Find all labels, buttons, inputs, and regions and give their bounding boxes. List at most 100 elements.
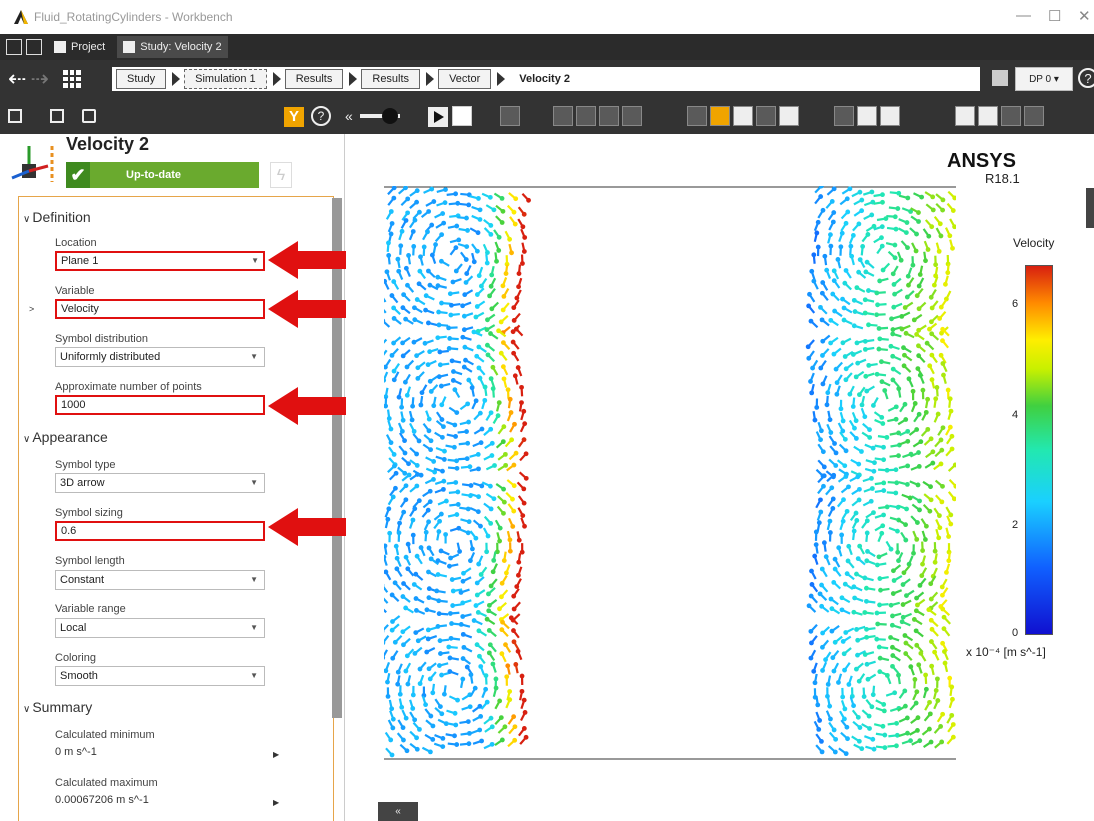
- copy-view-icon[interactable]: [1024, 106, 1044, 126]
- plane-icon[interactable]: [978, 106, 998, 126]
- help-icon[interactable]: ?: [311, 106, 331, 126]
- tab-bar: Project Study: Velocity 2: [0, 34, 1094, 60]
- forward-arrow-icon[interactable]: ⇢: [30, 66, 48, 92]
- section-definition[interactable]: ∨ Definition: [23, 209, 91, 225]
- back-arrow-icon[interactable]: ⇠: [8, 66, 26, 92]
- max-label: Calculated maximum: [55, 777, 158, 789]
- display-icon-5[interactable]: [779, 106, 799, 126]
- select-icon[interactable]: [955, 106, 975, 126]
- minimize-button[interactable]: —: [1016, 7, 1031, 24]
- chevron-right-icon: [172, 72, 181, 86]
- vector-plot[interactable]: [384, 186, 956, 760]
- tab-study[interactable]: Study: Velocity 2: [117, 36, 228, 58]
- variable-label: Variable: [55, 285, 95, 297]
- symbol-length-value: Constant: [60, 574, 105, 586]
- study-icon: [123, 41, 136, 53]
- crumb-results-2[interactable]: Results: [361, 69, 421, 89]
- duplicate-icon[interactable]: [50, 109, 64, 123]
- design-points-icon[interactable]: [992, 70, 1008, 86]
- filter-icon[interactable]: Y: [284, 107, 304, 127]
- display-icon-1[interactable]: [687, 106, 707, 126]
- crumb-vector[interactable]: Vector: [438, 69, 492, 89]
- expand-bottom-button[interactable]: «: [378, 802, 418, 821]
- toolbar: Y ? «: [0, 98, 1094, 134]
- symbol-type-select[interactable]: 3D arrow ▼: [55, 473, 265, 493]
- status-label: Up-to-date: [126, 169, 181, 181]
- display-icon-3[interactable]: [733, 106, 753, 126]
- legend-title: Velocity: [1013, 236, 1055, 250]
- chevron-down-icon: ▼: [250, 671, 258, 680]
- view-icon-1[interactable]: [553, 106, 573, 126]
- display-icon-active[interactable]: [710, 106, 730, 126]
- toggle-switch[interactable]: [360, 107, 410, 125]
- location-value: Plane 1: [61, 255, 99, 267]
- help-icon[interactable]: ?: [1078, 68, 1094, 88]
- save-icon[interactable]: [26, 39, 42, 55]
- points-value: 1000: [61, 399, 86, 411]
- view-icon-3[interactable]: [599, 106, 619, 126]
- breadcrumb: Study Simulation 1 Results Results Vecto…: [112, 67, 980, 91]
- distribution-label: Symbol distribution: [55, 333, 148, 345]
- coloring-select[interactable]: Smooth ▼: [55, 666, 265, 686]
- crumb-study[interactable]: Study: [116, 69, 167, 89]
- camera-icon[interactable]: [834, 106, 854, 126]
- legend-tick: 0: [1012, 627, 1019, 639]
- close-button[interactable]: ✕: [1078, 7, 1091, 25]
- view-icon-4[interactable]: [622, 106, 642, 126]
- legend-tick: 6: [1012, 298, 1019, 310]
- vector-field-right: [805, 186, 956, 757]
- project-icon: [54, 41, 66, 53]
- min-value: 0 m s^-1: [55, 746, 97, 758]
- variable-range-select[interactable]: Local ▼: [55, 618, 265, 638]
- variable-range-value: Local: [60, 622, 87, 634]
- add-icon[interactable]: [8, 109, 22, 123]
- fit-icon[interactable]: [880, 106, 900, 126]
- lightning-icon[interactable]: [500, 106, 520, 126]
- points-label: Approximate number of points: [55, 381, 202, 393]
- expand-arrow-icon[interactable]: >: [29, 304, 34, 314]
- object-header: Velocity 2 ✔ Up-to-date ϟ: [8, 134, 338, 194]
- ruler-icon[interactable]: [857, 106, 877, 126]
- display-icon-4[interactable]: [756, 106, 776, 126]
- section-appearance[interactable]: ∨ Appearance: [23, 429, 108, 445]
- properties-panel: Velocity 2 ✔ Up-to-date ϟ ∨ Definition Lo…: [0, 134, 345, 821]
- play-icon[interactable]: [428, 107, 448, 127]
- symbol-sizing-input[interactable]: 0.6: [55, 521, 265, 541]
- crumb-results[interactable]: Results: [284, 69, 344, 89]
- view-icon-2[interactable]: [576, 106, 596, 126]
- min-label: Calculated minimum: [55, 729, 155, 741]
- chevron-down-icon: ∨: [23, 434, 31, 445]
- probe-icon[interactable]: [1001, 106, 1021, 126]
- update-lightning-icon[interactable]: ϟ: [270, 162, 292, 188]
- section-label: Definition: [32, 209, 91, 225]
- distribution-value: Uniformly distributed: [60, 351, 161, 363]
- triangle-right-icon[interactable]: ▶: [273, 798, 279, 807]
- tab-project[interactable]: Project: [48, 36, 111, 58]
- trash-icon[interactable]: [82, 109, 96, 123]
- chevron-right-icon: [426, 72, 435, 86]
- symbol-length-select[interactable]: Constant ▼: [55, 570, 265, 590]
- menu-icon[interactable]: [6, 39, 22, 55]
- triangle-right-icon[interactable]: ▶: [273, 750, 279, 759]
- distribution-select[interactable]: Uniformly distributed ▼: [55, 347, 265, 367]
- annotation-arrow: [268, 290, 346, 328]
- variable-field[interactable]: Velocity: [55, 299, 265, 319]
- collapse-panel-icon[interactable]: «: [345, 108, 353, 124]
- stop-icon[interactable]: [452, 106, 472, 126]
- side-panel-tab[interactable]: [1086, 188, 1094, 228]
- maximize-button[interactable]: ☐: [1048, 7, 1061, 25]
- tab-label: Study: Velocity 2: [140, 41, 222, 53]
- ansys-version: R18.1: [985, 171, 1020, 186]
- grid-icon[interactable]: [62, 70, 81, 88]
- symbol-sizing-value: 0.6: [61, 525, 77, 537]
- points-input[interactable]: 1000: [55, 395, 265, 415]
- object-title: Velocity 2: [66, 134, 150, 154]
- crumb-current: Velocity 2: [519, 73, 571, 85]
- crumb-simulation[interactable]: Simulation 1: [184, 69, 267, 89]
- section-summary[interactable]: ∨ Summary: [23, 699, 92, 715]
- dp-dropdown[interactable]: DP 0 ▾: [1015, 67, 1073, 91]
- section-label: Appearance: [32, 429, 108, 445]
- title-bar: Fluid_RotatingCylinders - Workbench — ☐ …: [0, 0, 1094, 34]
- location-select[interactable]: Plane 1 ▼: [55, 251, 265, 271]
- legend-tick: 4: [1012, 409, 1019, 421]
